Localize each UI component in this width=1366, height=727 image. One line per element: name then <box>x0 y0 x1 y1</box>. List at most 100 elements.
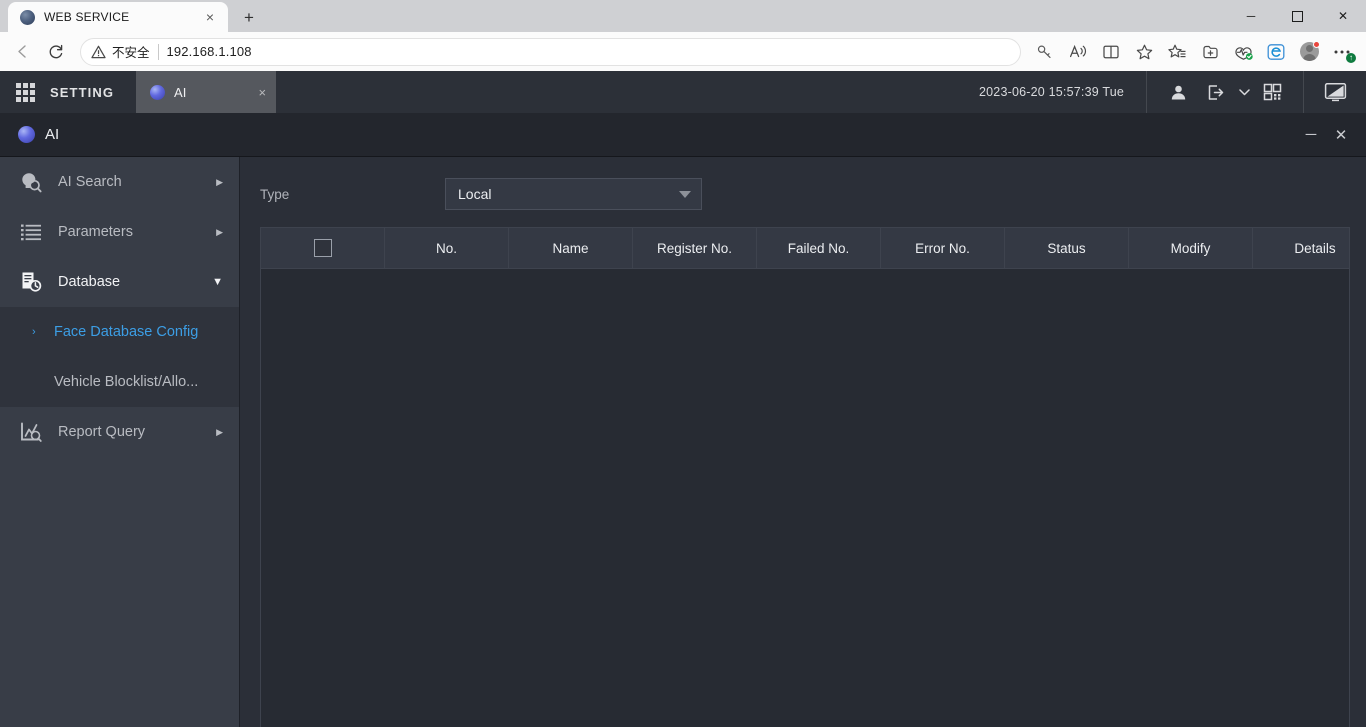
favorite-star-icon[interactable] <box>1128 37 1160 67</box>
app-tab-label: AI <box>174 85 249 100</box>
ai-close-button[interactable]: ✕ <box>1330 124 1352 146</box>
setting-label[interactable]: SETTING <box>50 71 136 113</box>
table-header-details[interactable]: Details <box>1253 228 1366 268</box>
ai-window-title: AI <box>45 126 59 143</box>
close-button[interactable]: ✕ <box>1320 0 1366 32</box>
browser-tabstrip: WEB SERVICE × + ─ ✕ <box>0 0 1366 32</box>
warning-triangle-icon <box>91 45 106 59</box>
face-database-table: No. Name Register No. Failed No. Error N… <box>260 227 1350 727</box>
type-label: Type <box>260 187 445 202</box>
logout-icon[interactable] <box>1199 71 1233 113</box>
sidebar-item-label: Parameters <box>58 224 202 240</box>
app-grid-icon[interactable] <box>0 71 50 113</box>
sidebar: AI Search ▶ Parameters ▶ Database ▼ › Fa… <box>0 157 240 727</box>
update-badge-icon: ↑ <box>1346 53 1356 63</box>
sidebar-item-report-query[interactable]: Report Query ▶ <box>0 407 239 457</box>
ai-minimize-button[interactable]: ─ <box>1300 124 1322 146</box>
read-aloud-icon[interactable] <box>1062 37 1094 67</box>
sidebar-subitem-label: Face Database Config <box>54 324 198 340</box>
address-bar[interactable]: 不安全 192.168.1.108 <box>80 38 1021 66</box>
key-icon[interactable] <box>1029 37 1061 67</box>
sidebar-item-label: Database <box>58 274 198 290</box>
select-all-checkbox[interactable] <box>314 239 332 257</box>
qrcode-icon[interactable] <box>1255 71 1289 113</box>
profile-avatar[interactable] <box>1293 37 1325 67</box>
list-lines-icon <box>18 219 44 245</box>
window-controls: ─ ✕ <box>1228 0 1366 32</box>
divider <box>158 44 159 60</box>
sidebar-item-ai-search[interactable]: AI Search ▶ <box>0 157 239 207</box>
browser-toolbar: 不安全 192.168.1.108 <box>0 32 1366 71</box>
back-arrow-icon <box>14 43 31 60</box>
security-text: 不安全 <box>112 42 150 61</box>
app-tabs: AI × <box>136 71 276 113</box>
table-header-error-no[interactable]: Error No. <box>881 228 1005 268</box>
type-select[interactable]: Local <box>445 178 702 210</box>
header-display-group <box>1304 71 1366 113</box>
table-header-failed-no[interactable]: Failed No. <box>757 228 881 268</box>
url-text: 192.168.1.108 <box>167 44 252 59</box>
ai-window-titlebar: AI ─ ✕ <box>0 113 1366 157</box>
sidebar-item-database[interactable]: Database ▼ <box>0 257 239 307</box>
table-header-register-no[interactable]: Register No. <box>633 228 757 268</box>
add-collection-icon[interactable] <box>1194 37 1226 67</box>
user-icon[interactable] <box>1161 71 1195 113</box>
maximize-icon <box>1292 11 1303 22</box>
close-icon[interactable]: × <box>200 7 220 27</box>
face-search-icon <box>18 169 44 195</box>
split-screen-icon[interactable] <box>1095 37 1127 67</box>
table-header-status[interactable]: Status <box>1005 228 1129 268</box>
ie-mode-icon[interactable] <box>1260 37 1292 67</box>
app-header: SETTING AI × 2023-06-20 15:57:39 Tue <box>0 71 1366 113</box>
sidebar-item-parameters[interactable]: Parameters ▶ <box>0 207 239 257</box>
minimize-button[interactable]: ─ <box>1228 0 1274 32</box>
ai-sphere-icon <box>18 126 35 143</box>
maximize-button[interactable] <box>1274 0 1320 32</box>
header-datetime: 2023-06-20 15:57:39 Tue <box>957 71 1146 113</box>
app-tab-ai[interactable]: AI × <box>136 71 276 113</box>
chevron-right-icon: ▶ <box>216 177 223 188</box>
monitor-display-icon[interactable] <box>1318 71 1352 113</box>
database-clock-icon <box>18 269 44 295</box>
sidebar-item-face-database-config[interactable]: › Face Database Config <box>0 307 239 357</box>
more-settings-icon[interactable]: ↑ <box>1326 37 1358 67</box>
back-button[interactable] <box>6 37 38 67</box>
table-header-name[interactable]: Name <box>509 228 633 268</box>
notification-badge <box>1313 41 1320 48</box>
sidebar-item-vehicle-blocklist[interactable]: Vehicle Blocklist/Allo... <box>0 357 239 407</box>
table-header-row: No. Name Register No. Failed No. Error N… <box>261 228 1349 269</box>
close-icon[interactable]: × <box>258 85 266 100</box>
browser-essentials-icon[interactable] <box>1227 37 1259 67</box>
sidebar-item-label: AI Search <box>58 174 202 190</box>
ai-sphere-icon <box>150 85 165 100</box>
type-filter-row: Type Local <box>260 179 1350 209</box>
table-header-no[interactable]: No. <box>385 228 509 268</box>
chevron-right-icon: ▶ <box>216 427 223 438</box>
sidebar-submenu-database: › Face Database Config Vehicle Blocklist… <box>0 307 239 407</box>
table-header-modify[interactable]: Modify <box>1129 228 1253 268</box>
ai-window-buttons: ─ ✕ <box>1300 124 1352 146</box>
logout-dropdown-caret[interactable] <box>1237 71 1251 113</box>
chevron-down-icon: ▼ <box>212 276 223 288</box>
main-content: Type Local No. Name Register No. Failed … <box>240 157 1366 727</box>
select-all-cell[interactable] <box>261 228 385 268</box>
reload-icon <box>47 43 65 61</box>
header-spacer <box>276 71 957 113</box>
reload-button[interactable] <box>40 37 72 67</box>
table-body <box>261 269 1349 727</box>
sidebar-subitem-label: Vehicle Blocklist/Allo... <box>54 374 198 390</box>
app-body: AI Search ▶ Parameters ▶ Database ▼ › Fa… <box>0 157 1366 727</box>
new-tab-button[interactable]: + <box>234 4 264 32</box>
browser-chrome: WEB SERVICE × + ─ ✕ 不安全 192.168.1.108 <box>0 0 1366 71</box>
security-indicator[interactable]: 不安全 <box>91 42 150 61</box>
toolbar-actions: ↑ <box>1029 37 1360 67</box>
chevron-right-icon: › <box>32 326 42 338</box>
type-select-value: Local <box>458 186 679 202</box>
browser-tab-title: WEB SERVICE <box>44 10 191 24</box>
collections-icon[interactable] <box>1161 37 1193 67</box>
header-icon-group <box>1146 71 1304 113</box>
chevron-right-icon: ▶ <box>216 227 223 238</box>
globe-icon <box>20 10 35 25</box>
browser-tab[interactable]: WEB SERVICE × <box>8 2 228 32</box>
chevron-down-icon <box>679 191 691 198</box>
